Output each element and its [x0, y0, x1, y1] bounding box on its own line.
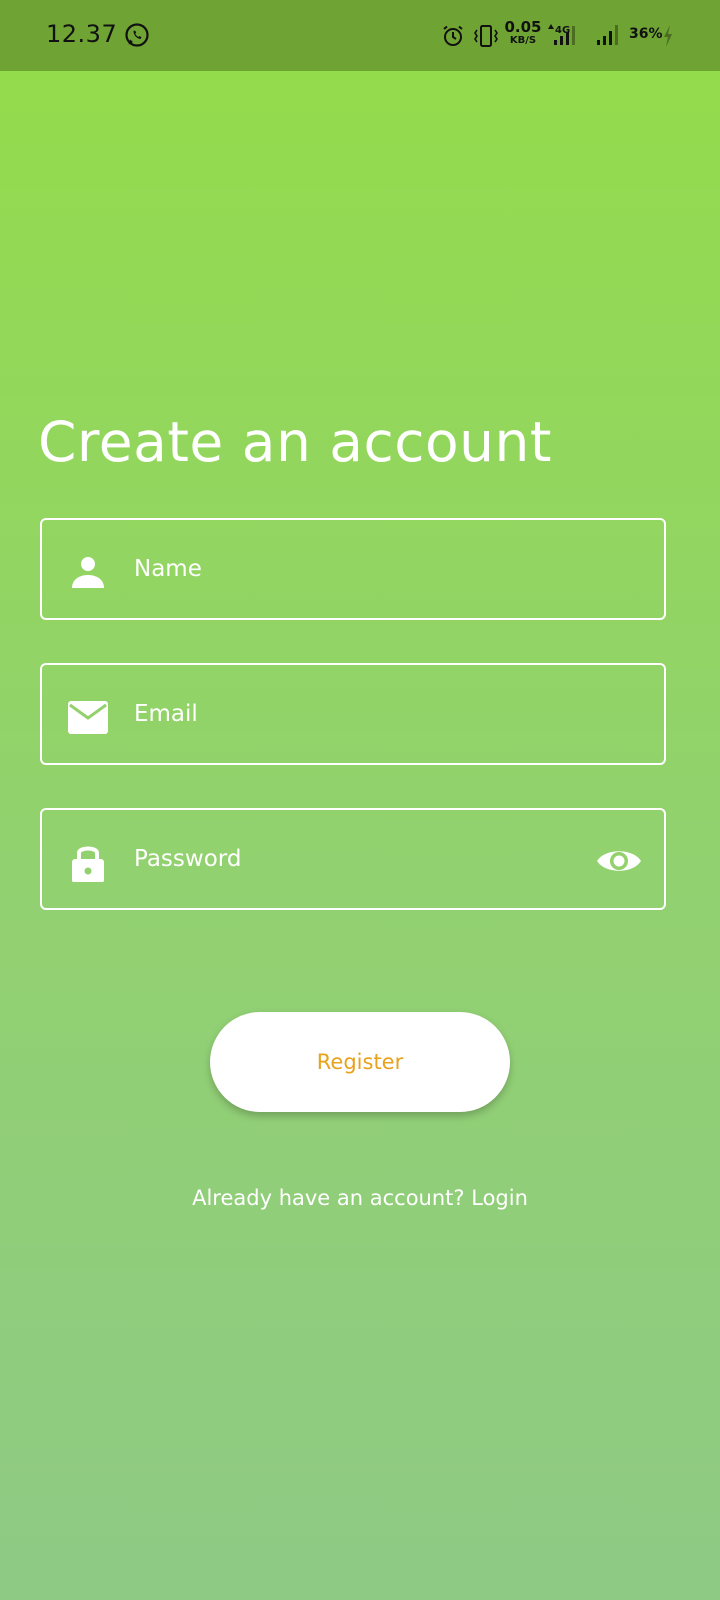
status-time: 12.37 [46, 20, 118, 48]
login-link[interactable]: Login [471, 1186, 528, 1210]
person-icon [72, 557, 104, 588]
alarm-icon [443, 25, 463, 46]
email-field[interactable]: Email [40, 663, 666, 765]
signal-icon: 4G [548, 24, 575, 45]
name-placeholder: Name [134, 556, 202, 582]
register-label: Register [316, 1050, 404, 1074]
charging-icon [664, 25, 672, 47]
eye-icon[interactable] [596, 844, 642, 878]
register-button[interactable]: Register [210, 1012, 510, 1112]
network-speed: 0.05 KB/S [503, 20, 543, 46]
password-field[interactable]: Password [40, 808, 666, 910]
mail-icon [68, 701, 108, 734]
vibrate-icon [474, 25, 498, 47]
password-placeholder: Password [134, 846, 242, 872]
login-prompt: Already have an account? [192, 1186, 465, 1210]
page-title: Create an account [38, 410, 552, 474]
network-speed-value: 0.05 [504, 18, 542, 36]
network-speed-unit: KB/S [509, 35, 537, 46]
email-placeholder: Email [134, 701, 198, 727]
login-row: Already have an account? Login [0, 1186, 720, 1210]
status-bar: 12.37 0.05 KB/S 4G 36% [0, 0, 720, 71]
signal-icon-2 [597, 25, 618, 45]
whatsapp-icon [125, 23, 149, 47]
lock-icon [72, 846, 104, 882]
battery-level: 36% [629, 26, 663, 42]
name-field[interactable]: Name [40, 518, 666, 620]
